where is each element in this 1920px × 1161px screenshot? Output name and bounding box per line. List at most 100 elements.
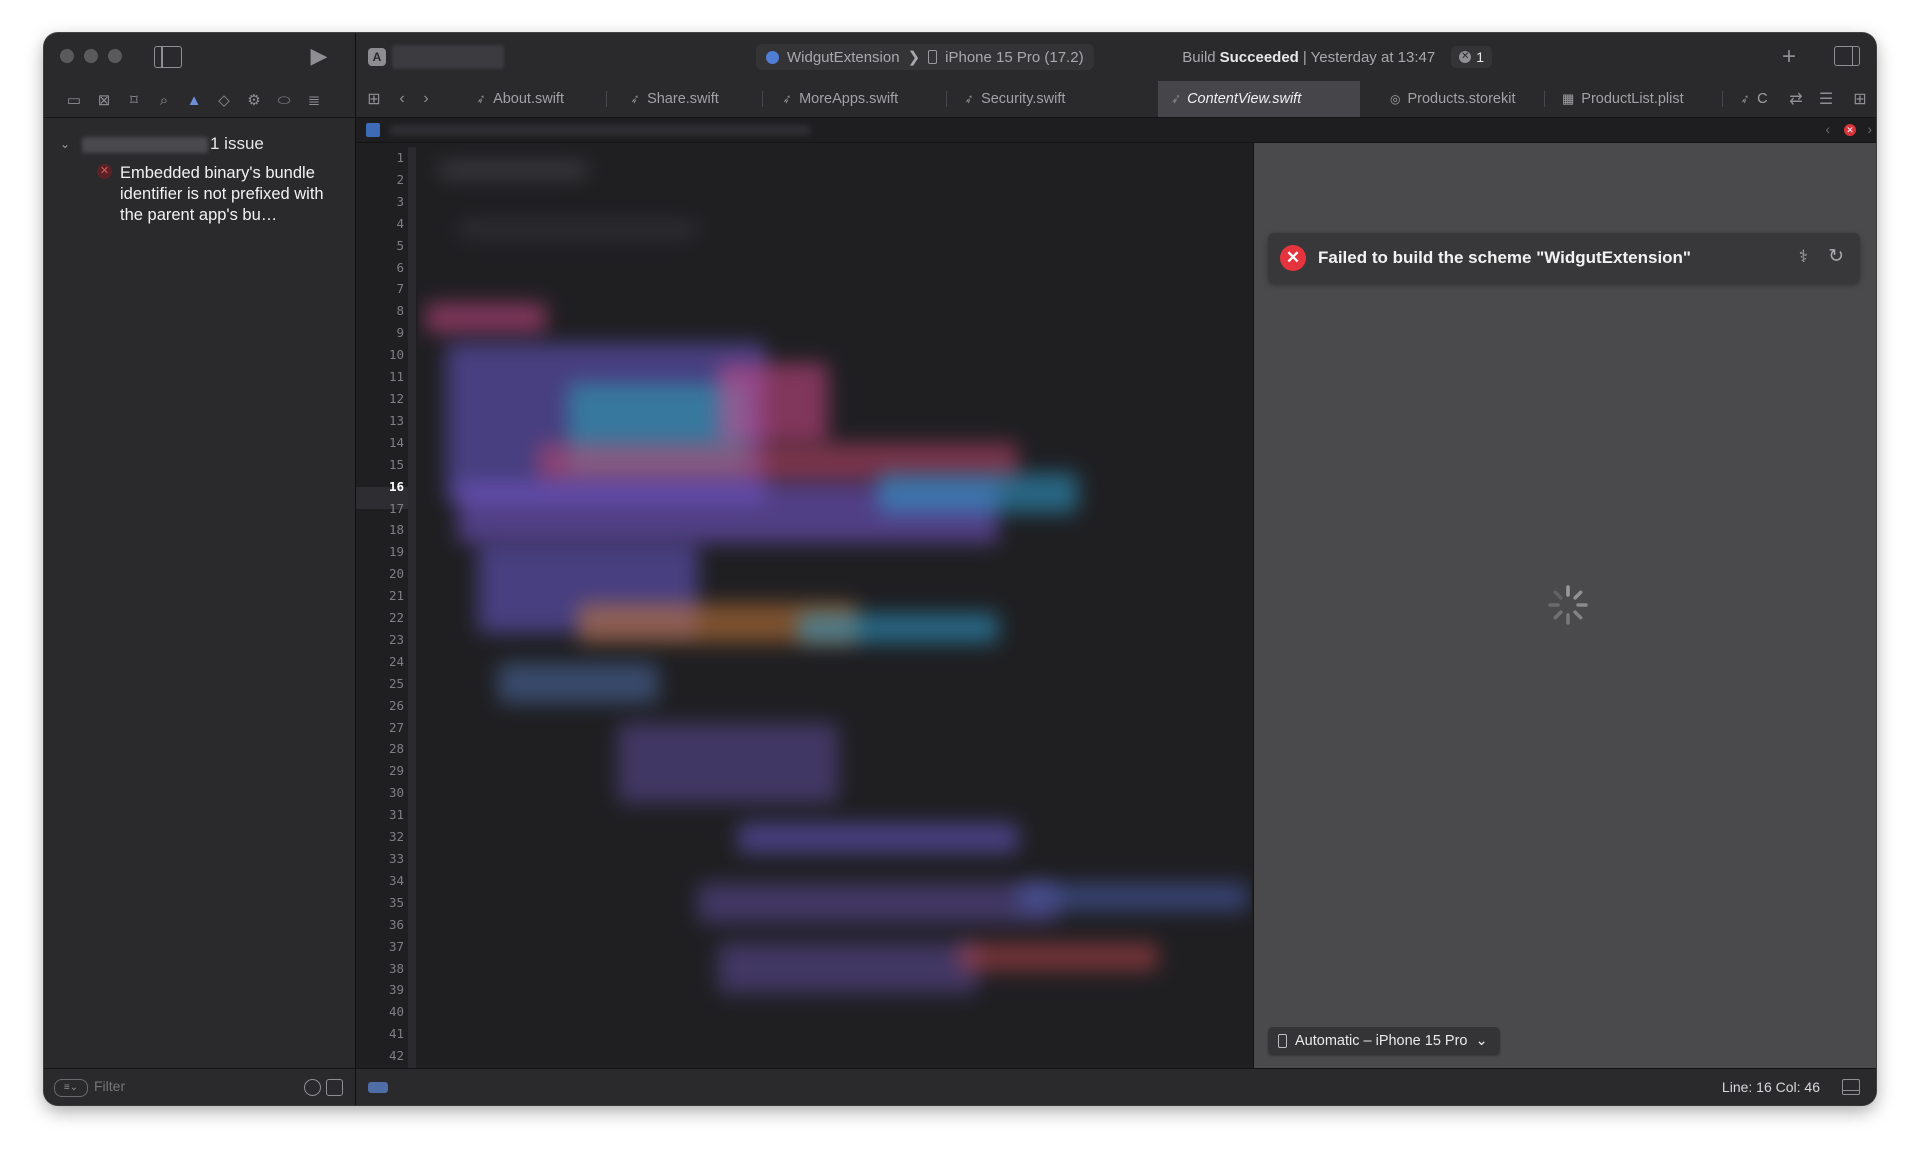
line-number: 17 bbox=[388, 500, 404, 516]
app-scheme-icon[interactable]: A bbox=[368, 48, 386, 66]
line-number: 18 bbox=[388, 522, 404, 538]
search-icon[interactable]: ⌕ bbox=[152, 89, 176, 111]
filter-options-icon[interactable]: ≡⌄ bbox=[54, 1079, 88, 1097]
line-number: 21 bbox=[388, 588, 404, 604]
chevron-down-icon: ⌄ bbox=[1475, 1033, 1488, 1049]
preview-device-picker[interactable]: Automatic – iPhone 15 Pro ⌄ bbox=[1268, 1027, 1500, 1055]
issue-navigator: ▶ ▭ ⊠ ⌑ ⌕ ▲ ◇ ⚙ ⬭ ≣ ⌄ 1 issue ✕ Embedded… bbox=[44, 33, 356, 1105]
line-number: 30 bbox=[388, 785, 404, 801]
line-number: 24 bbox=[388, 653, 404, 669]
line-number: 1 bbox=[396, 150, 404, 165]
source-editor[interactable]: 1 2 3 4 5 6 7 8 9 10 11 12 13 14 15 16 17 18 19 20 21 22 23 24 2… bbox=[356, 143, 1252, 1069]
refresh-icon[interactable]: ↻ bbox=[1828, 245, 1844, 268]
line-number: 5 bbox=[396, 237, 404, 253]
scheme-destination-selector[interactable]: WidgutExtension ❯ iPhone 15 Pro (17.2) bbox=[756, 44, 1094, 70]
code-line bbox=[458, 223, 698, 235]
sidebar-toggle-icon[interactable] bbox=[154, 46, 182, 68]
line-number: 39 bbox=[388, 982, 404, 998]
error-count-badge[interactable]: ✕ 1 bbox=[1451, 46, 1492, 68]
code-folding-ribbon[interactable] bbox=[408, 147, 416, 1069]
swift-file-icon: ➶ bbox=[780, 90, 794, 108]
tab-about[interactable]: ➶ About.swift bbox=[464, 81, 606, 117]
chevron-down-icon[interactable]: ⌄ bbox=[60, 137, 72, 151]
jump-bar: ‹ ✕ › bbox=[356, 118, 1876, 143]
bookmark-icon[interactable]: ⌑ bbox=[122, 89, 146, 111]
editor-tab-bar: ⊞ ‹ › ➶ About.swift ➶ Share.swift ➶ More… bbox=[356, 81, 1876, 118]
code-block-region bbox=[498, 663, 658, 703]
previous-issue-icon[interactable]: ‹ bbox=[1825, 121, 1830, 137]
issue-warning-icon[interactable]: ▲ bbox=[182, 89, 206, 111]
line-number: 31 bbox=[388, 807, 404, 823]
code-block-region bbox=[798, 613, 998, 643]
tab-security[interactable]: ➶ Security.swift bbox=[952, 81, 1112, 117]
line-number: 14 bbox=[388, 434, 404, 450]
close-window-button[interactable] bbox=[60, 49, 74, 63]
minimize-window-button[interactable] bbox=[84, 49, 98, 63]
tab-productlist-plist[interactable]: ▦ ProductList.plist bbox=[1550, 81, 1718, 117]
breakpoint-tag-icon[interactable]: ⬭ bbox=[272, 89, 296, 111]
line-number: 34 bbox=[388, 872, 404, 888]
source-control-icon[interactable]: ⊠ bbox=[92, 89, 116, 111]
line-number: 11 bbox=[388, 369, 404, 385]
recent-clock-icon[interactable] bbox=[304, 1079, 321, 1096]
line-number: 38 bbox=[388, 960, 404, 976]
issue-group-row[interactable]: ⌄ 1 issue bbox=[44, 133, 355, 157]
iphone-icon bbox=[1278, 1034, 1287, 1048]
line-number: 8 bbox=[396, 303, 404, 319]
folder-icon[interactable]: ▭ bbox=[62, 89, 86, 111]
tab-share[interactable]: ➶ Share.swift bbox=[618, 81, 756, 117]
line-number: 10 bbox=[388, 347, 404, 363]
tab-label: About.swift bbox=[493, 91, 564, 107]
tab-label: Security.swift bbox=[981, 91, 1066, 107]
debug-spray-icon[interactable]: ⚙ bbox=[242, 89, 266, 111]
build-error-banner: ✕ Failed to build the scheme "WidgutExte… bbox=[1268, 233, 1860, 283]
switch-arrows-icon[interactable]: ⇄ bbox=[1786, 89, 1806, 109]
project-icon[interactable] bbox=[366, 123, 380, 137]
line-number: 22 bbox=[388, 610, 404, 626]
swift-file-icon: ➶ bbox=[628, 90, 642, 108]
line-number: 15 bbox=[388, 456, 404, 472]
error-indicator-icon[interactable]: ✕ bbox=[1844, 124, 1856, 136]
editor-options-icon[interactable]: ☰ bbox=[1816, 89, 1836, 109]
inspector-toggle-icon[interactable] bbox=[1834, 46, 1860, 66]
filter-input[interactable] bbox=[92, 1077, 246, 1095]
tab-products-storekit[interactable]: ◎ Products.storekit bbox=[1378, 81, 1540, 117]
line-number: 4 bbox=[396, 215, 404, 231]
xcode-window: ▶ ▭ ⊠ ⌑ ⌕ ▲ ◇ ⚙ ⬭ ≣ ⌄ 1 issue ✕ Embedded… bbox=[44, 33, 1876, 1105]
storekit-icon: ◎ bbox=[1390, 92, 1401, 106]
cursor-position: Line: 16 Col: 46 bbox=[1721, 1079, 1820, 1095]
test-diamond-icon[interactable]: ◇ bbox=[212, 89, 236, 111]
debug-area-toggle-icon[interactable] bbox=[368, 1082, 388, 1093]
related-items-grid-icon[interactable]: ⊞ bbox=[364, 89, 384, 109]
line-number: 7 bbox=[396, 281, 404, 297]
jump-path-redacted[interactable] bbox=[390, 125, 810, 135]
line-number: 13 bbox=[388, 412, 404, 428]
line-number: 3 bbox=[396, 193, 404, 209]
tab-moreapps[interactable]: ➶ MoreApps.swift bbox=[770, 81, 938, 117]
chevron-right-icon[interactable]: › bbox=[416, 89, 436, 109]
editor-area: A WidgutExtension ❯ iPhone 15 Pro (17.2)… bbox=[356, 33, 1876, 1105]
build-status: Build Succeeded | Yesterday at 13:47 bbox=[1182, 49, 1435, 66]
bottom-panel-toggle-icon[interactable] bbox=[1842, 1079, 1860, 1095]
zoom-window-button[interactable] bbox=[108, 49, 122, 63]
line-number: 40 bbox=[388, 1004, 404, 1020]
line-number: 12 bbox=[388, 390, 404, 406]
chevron-left-icon[interactable]: ‹ bbox=[392, 89, 412, 109]
add-editor-split-icon[interactable]: ⊞ bbox=[1850, 89, 1870, 109]
diagnostics-stethoscope-icon[interactable]: ⚕ bbox=[1799, 247, 1808, 267]
line-numbers: 1 2 3 4 5 6 7 8 9 10 11 12 13 14 15 16 17 18 19 20 21 22 23 24 2… bbox=[356, 147, 404, 1067]
error-icon: ✕ bbox=[1280, 245, 1306, 271]
report-list-icon[interactable]: ≣ bbox=[302, 89, 326, 111]
run-button[interactable]: ▶ bbox=[306, 43, 332, 69]
scheme-name-redacted[interactable] bbox=[392, 45, 504, 69]
filter-scope-icon[interactable] bbox=[326, 1079, 343, 1096]
line-number: 37 bbox=[388, 938, 404, 954]
tab-overflow[interactable]: ➶ C bbox=[1728, 81, 1780, 117]
next-issue-icon[interactable]: › bbox=[1867, 121, 1872, 137]
library-plus-icon[interactable]: + bbox=[1782, 43, 1796, 71]
line-number: 42 bbox=[388, 1048, 404, 1064]
window-toolbar: A WidgutExtension ❯ iPhone 15 Pro (17.2)… bbox=[356, 33, 1876, 81]
code-line bbox=[438, 163, 588, 177]
tab-contentview[interactable]: ➶ ContentView.swift bbox=[1158, 81, 1360, 117]
error-icon: ✕ bbox=[1459, 51, 1472, 63]
